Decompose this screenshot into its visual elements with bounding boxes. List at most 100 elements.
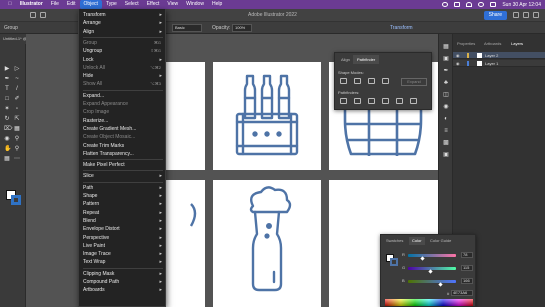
battery-icon[interactable] [454, 2, 461, 7]
panel-stroke-icon[interactable]: ≡ [443, 128, 449, 134]
menu-app-name[interactable]: Illustrator [16, 0, 47, 9]
hex-input[interactable]: 4E73A6 [451, 290, 473, 296]
share-button[interactable]: Share [483, 11, 507, 20]
blue-input[interactable]: 166 [461, 278, 473, 284]
wifi-icon[interactable] [466, 2, 473, 7]
shaper-tool-icon[interactable]: ✶ [4, 106, 10, 112]
expand-button[interactable]: Expand [401, 78, 427, 86]
clock[interactable]: Sun 30 Apr 12:04 [502, 2, 541, 8]
blue-slider[interactable] [408, 280, 456, 283]
panel-transform-icon[interactable]: ▣ [443, 152, 449, 158]
object-menu-item-path[interactable]: Path ▸ [83, 184, 163, 192]
menu-edit[interactable]: Edit [63, 0, 80, 9]
curvature-tool-icon[interactable]: ~ [14, 76, 20, 82]
menu-effect[interactable]: Effect [143, 0, 164, 9]
panel-properties-icon[interactable]: ▦ [443, 44, 449, 50]
menu-window[interactable]: Window [182, 0, 208, 9]
object-menu-item-flatten-transparency[interactable]: Flatten Transparency... [83, 150, 163, 158]
panel-appearance-icon[interactable]: ◉ [443, 104, 449, 110]
workspace-icon[interactable] [523, 12, 529, 18]
tab-swatches[interactable]: Swatches [383, 237, 406, 245]
artboard-5[interactable] [213, 180, 321, 307]
green-slider-knob[interactable] [428, 269, 433, 274]
menu-help[interactable]: Help [208, 0, 226, 9]
eyedropper-tool-icon[interactable]: ⚲ [14, 136, 20, 142]
merge-button[interactable] [368, 98, 375, 104]
menu-object[interactable]: Object [79, 0, 102, 9]
object-menu-item-envelope-distort[interactable]: Envelope Distort ▸ [83, 225, 163, 233]
panel-transparency-icon[interactable]: ◐ [443, 116, 449, 122]
panel-graphic-styles-icon[interactable]: ◫ [443, 92, 449, 98]
exclude-button[interactable] [382, 78, 389, 84]
control-center-icon[interactable] [490, 2, 497, 7]
stroke-mini-icon[interactable] [390, 258, 398, 266]
more-tools-icon[interactable]: ⋯ [14, 156, 20, 162]
object-menu-item-text-wrap[interactable]: Text Wrap ▸ [83, 258, 163, 266]
layer-name[interactable]: Layer 1 [485, 60, 498, 67]
intersect-button[interactable] [368, 78, 375, 84]
transform-link[interactable]: Transform [390, 25, 413, 31]
opacity-input[interactable]: 100% [232, 24, 252, 32]
line-tool-icon[interactable]: / [14, 86, 20, 92]
trim-button[interactable] [354, 98, 361, 104]
selection-tool-icon[interactable]: ▶ [4, 66, 10, 72]
apple-icon[interactable]:  [4, 0, 16, 9]
tab-pathfinder[interactable]: Pathfinder [353, 55, 380, 64]
object-menu-item-hide[interactable]: Hide ▸ [83, 72, 163, 80]
layer-name[interactable]: Layer 2 [485, 52, 498, 59]
panel-libraries-icon[interactable]: ▣ [443, 56, 449, 62]
object-menu-item-image-trace[interactable]: Image Trace ▸ [83, 250, 163, 258]
rotate-tool-icon[interactable]: ↻ [4, 116, 10, 122]
tab-color-guide[interactable]: Color Guide [427, 237, 454, 245]
object-menu-item-create-gradient-mesh[interactable]: Create Gradient Mesh... [83, 125, 163, 133]
crop-button[interactable] [382, 98, 389, 104]
red-slider[interactable] [408, 254, 456, 257]
direct-selection-tool-icon[interactable]: ▷ [14, 66, 20, 72]
paintbrush-tool-icon[interactable]: ✐ [14, 96, 20, 102]
tab-properties[interactable]: Properties [457, 41, 475, 46]
artboard-4[interactable] [165, 180, 205, 307]
tab-align[interactable]: Align [337, 55, 354, 64]
layer-row[interactable]: ◉ Layer 1 [453, 60, 545, 67]
blue-slider-knob[interactable] [438, 282, 443, 287]
artboard-2[interactable] [213, 62, 321, 170]
object-menu-item-arrange[interactable]: Arrange ▸ [83, 19, 163, 27]
red-input[interactable]: 78 [461, 252, 473, 258]
tab-color[interactable]: Color [409, 237, 425, 245]
object-menu-item-live-paint[interactable]: Live Paint ▸ [83, 242, 163, 250]
type-tool-icon[interactable]: T [4, 86, 10, 92]
unite-button[interactable] [340, 78, 347, 84]
cloud-icon[interactable] [533, 12, 539, 18]
red-slider-knob[interactable] [420, 256, 425, 261]
visibility-eye-icon[interactable]: ◉ [456, 52, 460, 59]
object-menu-item-ungroup[interactable]: Ungroup ⇧⌘G [83, 47, 163, 55]
object-menu-item-perspective[interactable]: Perspective ▸ [83, 234, 163, 242]
menu-type[interactable]: Type [102, 0, 121, 9]
search-icon[interactable] [478, 2, 485, 7]
shape-builder-tool-icon[interactable]: ◉ [4, 136, 10, 142]
object-menu-item-shape[interactable]: Shape ▸ [83, 192, 163, 200]
object-menu-item-expand[interactable]: Expand... [83, 92, 163, 100]
object-menu-item-slice[interactable]: Slice ▸ [83, 172, 163, 180]
object-menu-item-make-pixel-perfect[interactable]: Make Pixel Perfect [83, 161, 163, 169]
object-menu-item-transform[interactable]: Transform ▸ [83, 11, 163, 19]
object-menu-item-blend[interactable]: Blend ▸ [83, 217, 163, 225]
minus-back-button[interactable] [410, 98, 417, 104]
green-input[interactable]: 115 [461, 265, 473, 271]
menu-view[interactable]: View [163, 0, 182, 9]
outline-button[interactable] [396, 98, 403, 104]
object-menu-item-rasterize[interactable]: Rasterize... [83, 117, 163, 125]
search-icon[interactable] [513, 12, 519, 18]
eraser-tool-icon[interactable]: ▫ [14, 106, 20, 112]
record-icon[interactable] [442, 2, 449, 7]
rectangle-tool-icon[interactable]: □ [4, 96, 10, 102]
zoom-tool-icon[interactable]: ⚲ [14, 146, 20, 152]
object-menu-item-create-trim-marks[interactable]: Create Trim Marks [83, 142, 163, 150]
object-menu-item-artboards[interactable]: Artboards ▸ [83, 286, 163, 294]
divide-button[interactable] [340, 98, 347, 104]
object-menu-item-lock[interactable]: Lock ▸ [83, 56, 163, 64]
panel-gradient-icon[interactable]: ▩ [443, 140, 449, 146]
panel-brushes-icon[interactable]: ✒ [443, 68, 449, 74]
scale-tool-icon[interactable]: ⇱ [14, 116, 20, 122]
tab-layers[interactable]: Layers [511, 41, 523, 46]
